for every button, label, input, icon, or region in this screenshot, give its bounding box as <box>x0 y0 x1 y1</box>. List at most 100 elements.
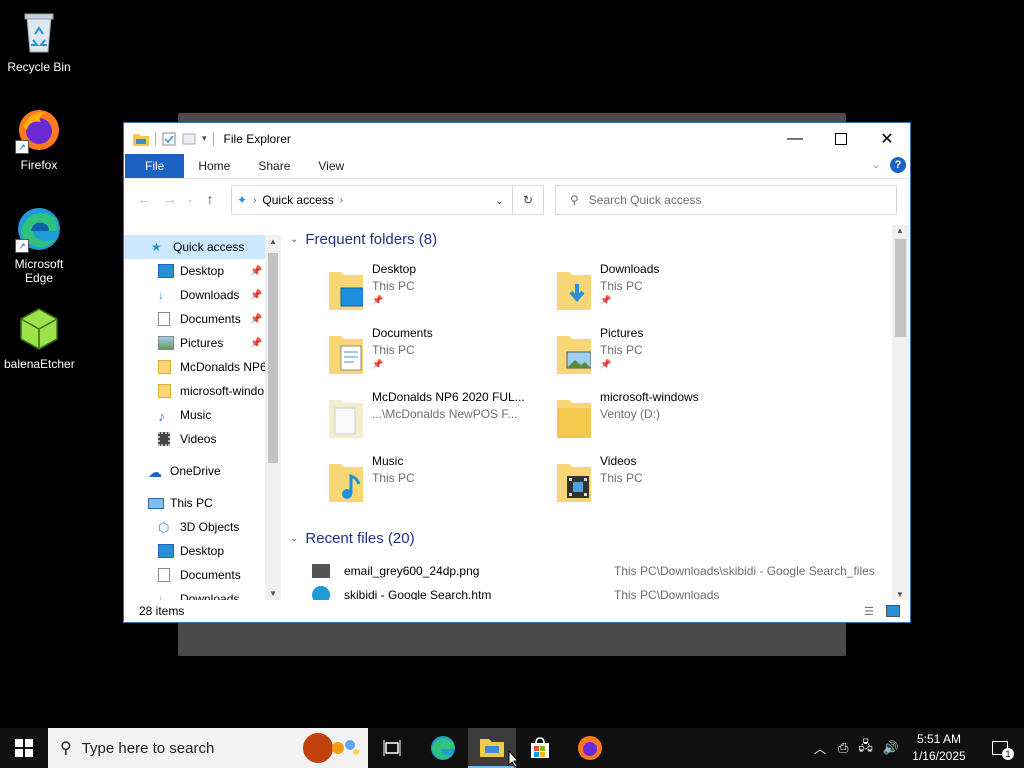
frequent-folders-header[interactable]: ⌄ Frequent folders (8) <box>290 231 437 248</box>
taskbar-firefox-button[interactable] <box>566 728 614 768</box>
scrollbar-thumb[interactable] <box>895 239 906 337</box>
nav-item-documents-pc[interactable]: Documents <box>124 563 281 587</box>
desktop-icon-firefox[interactable]: ↗ Firefox <box>4 106 74 172</box>
nav-item-desktop-pc[interactable]: Desktop <box>124 539 281 563</box>
nav-item-label: Music <box>180 408 212 422</box>
nav-item-mcdonalds[interactable]: McDonalds NP6 <box>124 355 281 379</box>
recent-files-header[interactable]: ⌄ Recent files (20) <box>290 530 415 547</box>
network-icon[interactable]: 🖧 <box>858 737 873 759</box>
collapse-chevron-icon[interactable]: ⌄ <box>290 234 298 245</box>
desktop-icon-edge[interactable]: ↗ Microsoft Edge <box>4 205 74 285</box>
breadcrumb-chevron-icon[interactable]: › <box>340 195 343 206</box>
item-count: 28 items <box>139 604 185 618</box>
computer-icon <box>148 497 164 509</box>
nav-item-downloads[interactable]: ↓ Downloads 📌 <box>124 283 281 307</box>
nav-pane-scrollbar[interactable]: ▲ ▼ <box>265 235 281 600</box>
tab-view[interactable]: View <box>304 154 358 178</box>
breadcrumb-chevron-icon[interactable]: › <box>253 195 256 206</box>
taskbar-store-button[interactable] <box>516 728 564 768</box>
volume-icon[interactable]: 🔊 <box>883 740 899 756</box>
collapse-chevron-icon[interactable]: ⌄ <box>290 533 298 544</box>
close-button[interactable]: ✕ <box>864 123 910 154</box>
recent-locations-chevron-icon[interactable]: ⌄ <box>183 194 197 205</box>
nav-item-label: Videos <box>180 432 217 446</box>
meet-now-icon[interactable]: ⎙ <box>838 740 848 756</box>
back-arrow-icon[interactable]: ← <box>131 191 157 207</box>
search-placeholder: Search Quick access <box>588 193 702 207</box>
forward-arrow-icon[interactable]: → <box>157 191 183 207</box>
desktop-folder-icon <box>158 544 174 558</box>
folder-tile-videos[interactable]: Videos This PC <box>552 454 772 510</box>
up-arrow-icon[interactable]: ↑ <box>197 191 223 207</box>
folder-location: This PC <box>600 279 643 293</box>
taskbar-clock[interactable]: 5:51 AM 1/16/2025 <box>904 731 974 765</box>
help-icon[interactable]: ? <box>890 157 906 173</box>
nav-item-desktop[interactable]: Desktop 📌 <box>124 259 281 283</box>
recent-file-row[interactable]: email_grey600_24dp.png This PC\Downloads… <box>312 560 882 582</box>
properties-icon[interactable] <box>162 132 176 146</box>
pin-icon[interactable]: 📌 <box>250 314 262 325</box>
ribbon-right-controls: ⌄ ? <box>872 157 906 173</box>
scroll-down-arrow-icon[interactable]: ▼ <box>896 590 904 599</box>
taskbar-edge-button[interactable] <box>419 728 467 768</box>
nav-item-microsoft-windows[interactable]: microsoft-windo <box>124 379 281 403</box>
folder-tile-mcdonalds[interactable]: McDonalds NP6 2020 FUL... ...\McDonalds … <box>324 390 544 446</box>
folder-tile-music[interactable]: Music This PC <box>324 454 544 510</box>
tab-file[interactable]: File <box>125 154 185 178</box>
scroll-up-arrow-icon[interactable]: ▲ <box>269 237 277 246</box>
refresh-button[interactable]: ↻ <box>512 185 544 215</box>
tab-home[interactable]: Home <box>184 154 244 178</box>
address-dropdown-chevron-icon[interactable]: ⌄ <box>495 194 504 207</box>
document-icon <box>158 312 170 326</box>
content-scrollbar[interactable]: ▲ ▼ <box>892 225 909 600</box>
new-folder-icon[interactable] <box>182 132 196 146</box>
pin-icon: 📌 <box>600 359 612 369</box>
folder-tile-downloads[interactable]: Downloads This PC 📌 <box>552 262 772 318</box>
folder-tile-documents[interactable]: Documents This PC 📌 <box>324 326 544 382</box>
desktop-icon-balenaetcher[interactable]: balenaEtcher <box>4 305 75 371</box>
tab-share[interactable]: Share <box>244 154 304 178</box>
scroll-up-arrow-icon[interactable]: ▲ <box>896 226 904 235</box>
nav-item-music[interactable]: ♪ Music <box>124 403 281 427</box>
quick-access-toolbar: ▾ <box>133 131 214 146</box>
folder-tile-microsoft-windows[interactable]: microsoft-windows Ventoy (D:) <box>552 390 772 446</box>
windows-logo-icon <box>15 739 33 757</box>
taskbar-search-box[interactable]: ⚲ Type here to search <box>48 728 368 768</box>
start-button[interactable] <box>0 728 48 768</box>
desktop-icon-label: Firefox <box>20 158 58 172</box>
close-icon: ✕ <box>880 130 894 148</box>
minimize-button[interactable]: — <box>772 123 818 154</box>
nav-item-downloads-pc[interactable]: ↓ Downloads <box>124 587 281 600</box>
desktop-icon-recycle-bin[interactable]: Recycle Bin <box>4 8 74 74</box>
large-icons-view-icon[interactable] <box>886 605 900 617</box>
task-view-button[interactable] <box>368 728 416 768</box>
nav-item-documents[interactable]: Documents 📌 <box>124 307 281 331</box>
nav-item-quick-access[interactable]: ★ Quick access <box>124 235 281 259</box>
pin-icon[interactable]: 📌 <box>250 338 262 349</box>
details-view-icon[interactable]: ☰ <box>864 605 874 618</box>
customize-toolbar-chevron-icon[interactable]: ▾ <box>202 133 207 144</box>
pin-icon[interactable]: 📌 <box>250 266 262 277</box>
recent-file-row[interactable]: skibidi - Google Search.htm This PC\Down… <box>312 584 882 600</box>
nav-item-onedrive[interactable]: ☁ OneDrive <box>124 459 281 483</box>
scrollbar-thumb[interactable] <box>268 253 278 463</box>
breadcrumb-quick-access[interactable]: Quick access <box>262 193 333 207</box>
nav-item-this-pc[interactable]: This PC <box>124 491 281 515</box>
scroll-down-arrow-icon[interactable]: ▼ <box>269 589 277 598</box>
folder-tile-pictures[interactable]: Pictures This PC 📌 <box>552 326 772 382</box>
search-box[interactable]: ⚲ Search Quick access <box>555 185 897 215</box>
notification-center-button[interactable]: 1 <box>976 728 1024 768</box>
nav-item-pictures[interactable]: Pictures 📌 <box>124 331 281 355</box>
folder-icon <box>158 384 171 398</box>
nav-item-videos[interactable]: Videos <box>124 427 281 451</box>
title-bar[interactable]: ▾ File Explorer — ✕ <box>124 123 910 154</box>
show-hidden-icons-chevron-icon[interactable]: ︿ <box>814 740 826 757</box>
nav-item-3d-objects[interactable]: ⬡ 3D Objects <box>124 515 281 539</box>
pin-icon[interactable]: 📌 <box>250 290 262 301</box>
folder-tile-desktop[interactable]: Desktop This PC 📌 <box>324 262 544 318</box>
expand-ribbon-chevron-icon[interactable]: ⌄ <box>872 160 880 171</box>
file-path: This PC\Downloads <box>614 588 720 600</box>
maximize-button[interactable] <box>818 123 864 154</box>
address-bar[interactable]: ✦ › Quick access › ⌄ <box>231 185 513 215</box>
search-icon: ⚲ <box>60 740 72 757</box>
